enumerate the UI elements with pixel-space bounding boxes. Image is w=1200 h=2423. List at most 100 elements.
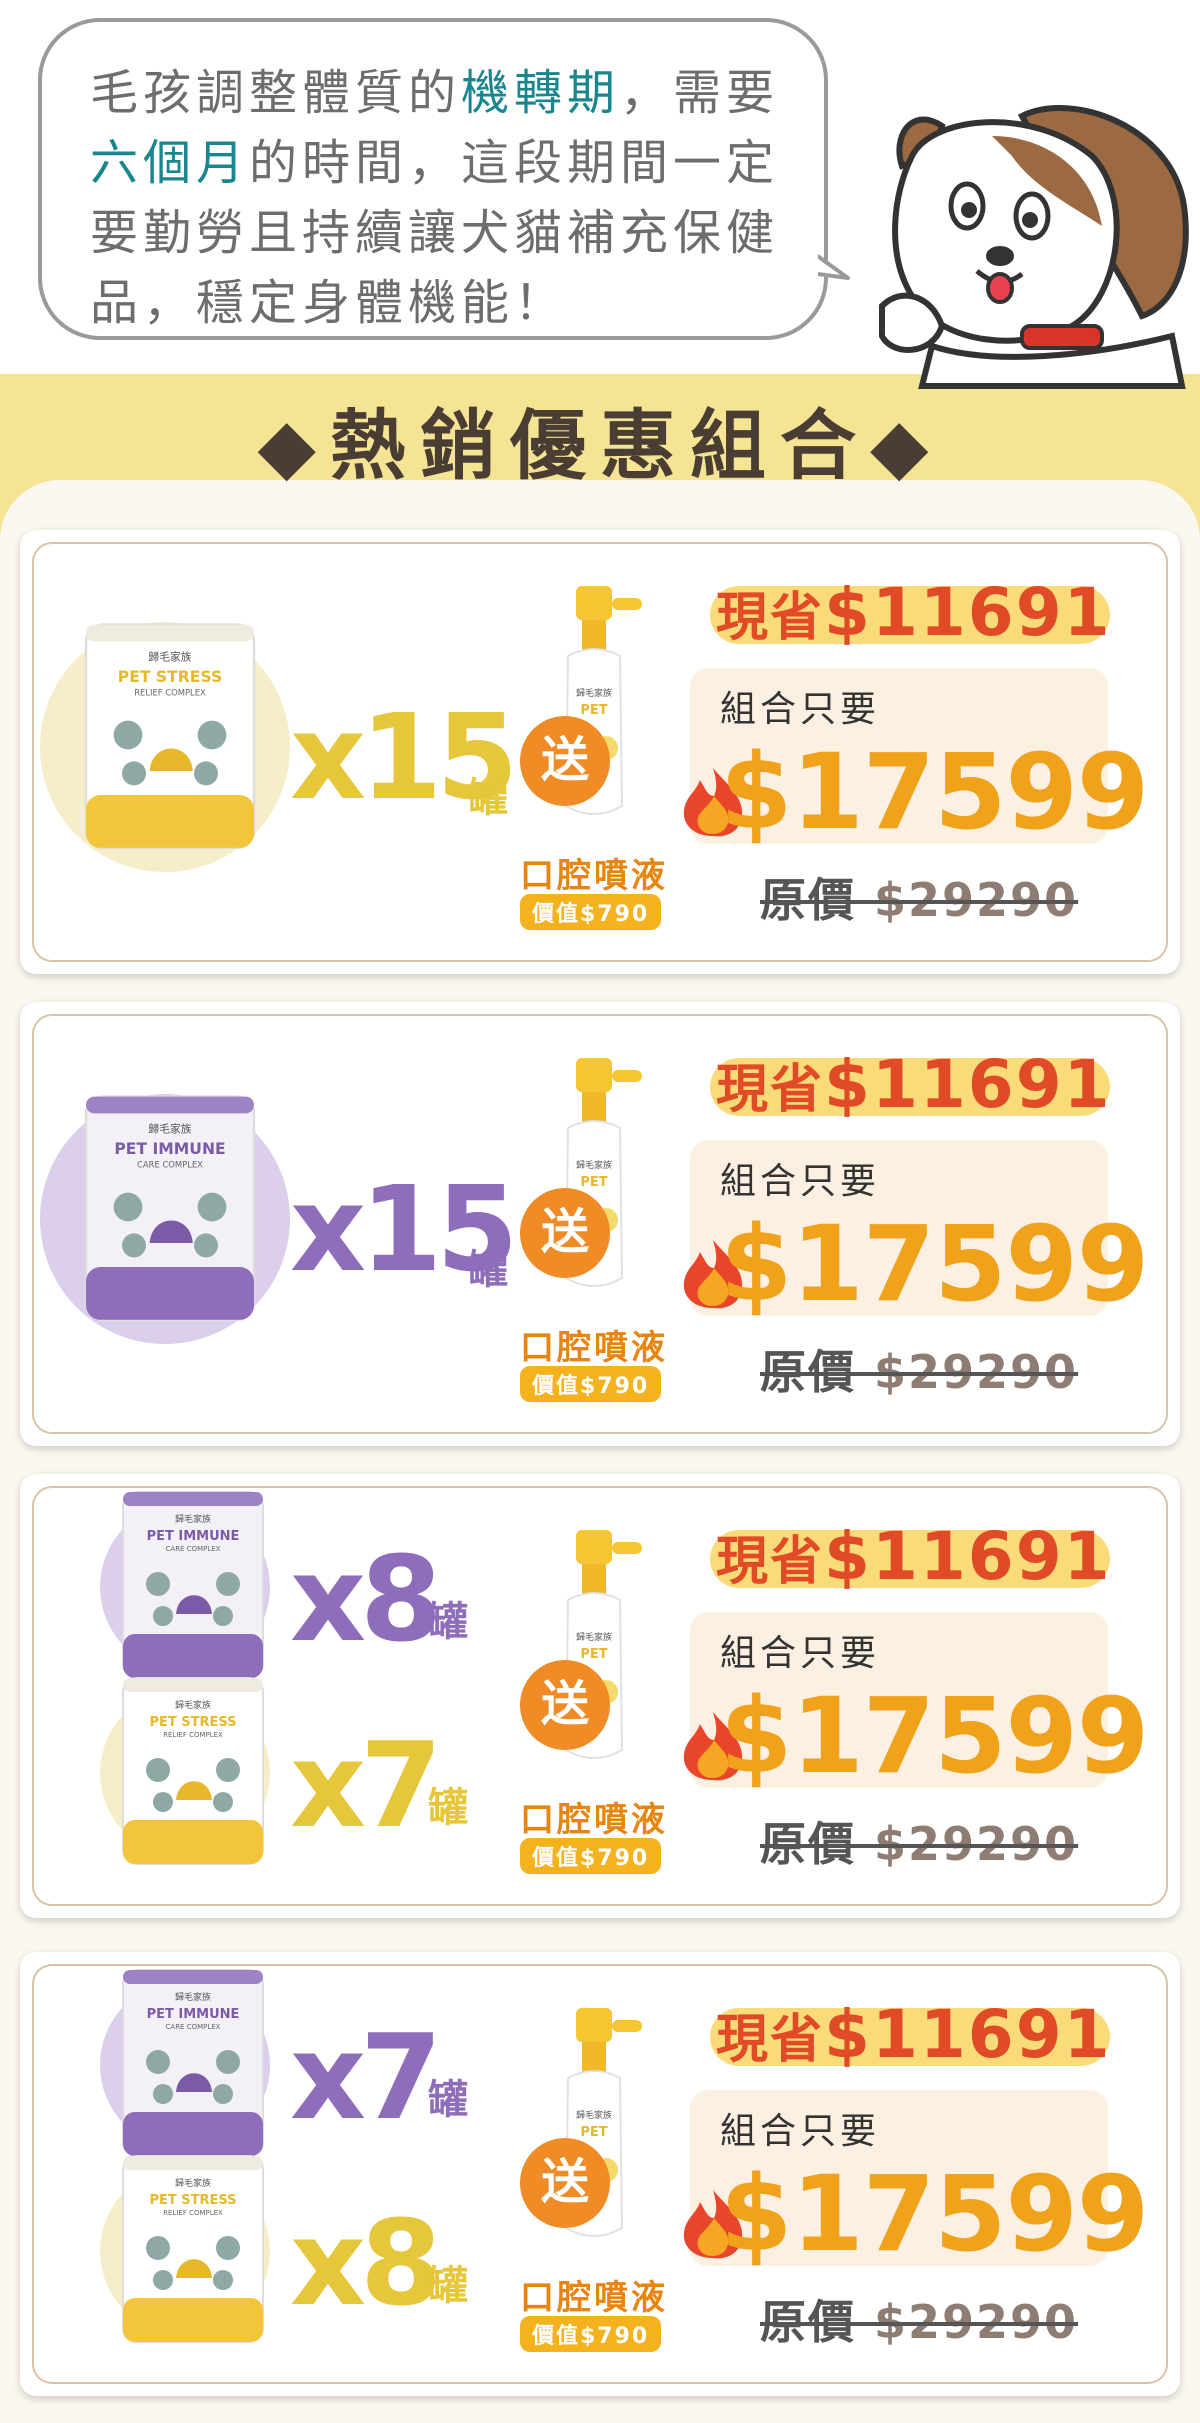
can-product-subtitle: CARE COMPLEX	[137, 1159, 203, 1169]
can-brand: 歸毛家族	[175, 1699, 211, 1711]
spray-product-name: PET	[580, 703, 607, 718]
can-product-subtitle: RELIEF COMPLEX	[163, 1731, 223, 1739]
savings-label: 現省	[716, 1532, 825, 1592]
product-unit: 罐	[428, 1785, 468, 1831]
savings-amount: 現省$11691	[716, 1052, 1112, 1118]
product-unit: 罐	[428, 2263, 468, 2309]
combo-price: $17599	[720, 2153, 1149, 2275]
gift-value: 價值$790	[520, 894, 662, 930]
savings-amount: 現省$11691	[716, 2002, 1112, 2068]
can-product-name: PET STRESS	[118, 668, 222, 686]
can-product-name: PET STRESS	[149, 1715, 236, 1730]
deal-card[interactable]: 歸毛家族 PET STRESS RELIEF COMPLEX x15 罐 歸毛家族…	[20, 530, 1180, 974]
product-quantity: x8	[290, 1530, 442, 1668]
deal-card[interactable]: 歸毛家族 PET IMMUNE CARE COMPLEX x7 罐 歸毛家族 PE…	[20, 1952, 1180, 2396]
gift-badge: 送	[520, 1660, 610, 1750]
stress-can-image: 歸毛家族 PET STRESS RELIEF COMPLEX	[122, 1677, 264, 1865]
original-price: 原價 $29290	[760, 1808, 1078, 1874]
original-price-label: 原價	[760, 873, 856, 927]
combo-label: 組合只要	[720, 2111, 881, 2152]
spray-product-name: PET	[580, 1647, 607, 1662]
speech-bubble-tail	[812, 248, 850, 280]
spray-brand: 歸毛家族	[576, 1159, 612, 1171]
bubble-highlight: 機轉期	[461, 65, 621, 121]
stress-can-image: 歸毛家族 PET STRESS RELIEF COMPLEX	[84, 623, 256, 849]
original-price-value: $29290	[874, 1817, 1079, 1871]
bubble-text: 的時間，這段期間一定	[249, 135, 780, 191]
gift-badge: 送	[520, 716, 610, 806]
gift-value: 價值$790	[520, 2316, 662, 2352]
gift-name: 口腔噴液	[520, 2278, 668, 2318]
original-price-value: $29290	[874, 873, 1079, 927]
product-unit: 罐	[428, 1599, 468, 1645]
original-price: 原價 $29290	[760, 864, 1078, 930]
combo-price: $17599	[720, 1203, 1149, 1325]
savings-label: 現省	[716, 2010, 825, 2070]
bubble-highlight: 六個月	[90, 135, 250, 191]
spray-brand: 歸毛家族	[576, 2109, 612, 2121]
bubble-text: ，需要	[620, 65, 780, 121]
bubble-line-1: 毛孩調整體質的機轉期，需要	[90, 58, 824, 128]
can-brand: 歸毛家族	[148, 1122, 191, 1136]
spray-product-name: PET	[580, 1175, 607, 1190]
product-unit: 罐	[428, 2077, 468, 2123]
gift-badge: 送	[520, 2138, 610, 2228]
bubble-line-3: 要勤勞且持續讓犬貓補充保健	[90, 198, 824, 268]
can-product-name: PET IMMUNE	[114, 1140, 225, 1158]
gift-name: 口腔噴液	[520, 1800, 668, 1840]
bubble-line-2: 六個月的時間，這段期間一定	[90, 128, 824, 198]
gift-badge: 送	[520, 1188, 610, 1278]
savings-value: $11691	[824, 1518, 1112, 1595]
can-product-subtitle: CARE COMPLEX	[166, 1545, 221, 1553]
combo-label: 組合只要	[720, 1633, 881, 1674]
original-price-label: 原價	[760, 1817, 856, 1871]
gift-value: 價值$790	[520, 1366, 662, 1402]
savings-amount: 現省$11691	[716, 1524, 1112, 1590]
savings-amount: 現省$11691	[716, 580, 1112, 646]
can-product-name: PET IMMUNE	[147, 2007, 240, 2022]
combo-price: $17599	[720, 731, 1149, 853]
product-quantity: x7	[290, 2008, 442, 2146]
original-price-value: $29290	[874, 1345, 1079, 1399]
product-quantity: x8	[290, 2194, 442, 2332]
immune-can-image: 歸毛家族 PET IMMUNE CARE COMPLEX	[122, 1491, 264, 1679]
can-product-name: PET IMMUNE	[147, 1529, 240, 1544]
bubble-text: 品，穩定身體機能！	[90, 275, 568, 331]
can-product-subtitle: RELIEF COMPLEX	[134, 687, 206, 697]
combo-label: 組合只要	[720, 1161, 881, 1202]
immune-can-image: 歸毛家族 PET IMMUNE CARE COMPLEX	[84, 1095, 256, 1321]
gift-name: 口腔噴液	[520, 1328, 668, 1368]
savings-label: 現省	[716, 588, 825, 648]
spray-brand: 歸毛家族	[576, 1631, 612, 1643]
can-brand: 歸毛家族	[175, 1991, 211, 2003]
section-title: ◆熱銷優惠組合◆	[257, 401, 943, 490]
gift-name: 口腔噴液	[520, 856, 668, 896]
original-price-label: 原價	[760, 1345, 856, 1399]
savings-value: $11691	[824, 574, 1112, 651]
gift-value: 價值$790	[520, 1838, 662, 1874]
speech-bubble: 毛孩調整體質的機轉期，需要 六個月的時間，這段期間一定 要勤勞且持續讓犬貓補充保…	[38, 18, 828, 340]
original-price-value: $29290	[874, 2295, 1079, 2349]
deal-card[interactable]: 歸毛家族 PET IMMUNE CARE COMPLEX x8 罐 歸毛家族 PE…	[20, 1474, 1180, 1918]
dog-mascot-illustration	[879, 105, 1189, 389]
immune-can-image: 歸毛家族 PET IMMUNE CARE COMPLEX	[122, 1969, 264, 2157]
product-quantity: x7	[290, 1716, 442, 1854]
can-brand: 歸毛家族	[175, 1513, 211, 1525]
product-unit: 罐	[468, 775, 508, 821]
original-price: 原價 $29290	[760, 2286, 1078, 2352]
can-product-subtitle: RELIEF COMPLEX	[163, 2209, 223, 2217]
savings-label: 現省	[716, 1060, 825, 1120]
bubble-text: 毛孩調整體質的	[90, 65, 462, 121]
stress-can-image: 歸毛家族 PET STRESS RELIEF COMPLEX	[122, 2155, 264, 2343]
can-brand: 歸毛家族	[175, 2177, 211, 2189]
savings-value: $11691	[824, 1996, 1112, 2073]
original-price: 原價 $29290	[760, 1336, 1078, 1402]
product-unit: 罐	[468, 1247, 508, 1293]
spray-brand: 歸毛家族	[576, 687, 612, 699]
can-brand: 歸毛家族	[148, 650, 191, 664]
can-product-name: PET STRESS	[149, 2193, 236, 2208]
can-product-subtitle: CARE COMPLEX	[166, 2023, 221, 2031]
spray-product-name: PET	[580, 2125, 607, 2140]
bubble-text: 要勤勞且持續讓犬貓補充保健	[90, 205, 780, 261]
deal-card[interactable]: 歸毛家族 PET IMMUNE CARE COMPLEX x15 罐 歸毛家族 P…	[20, 1002, 1180, 1446]
